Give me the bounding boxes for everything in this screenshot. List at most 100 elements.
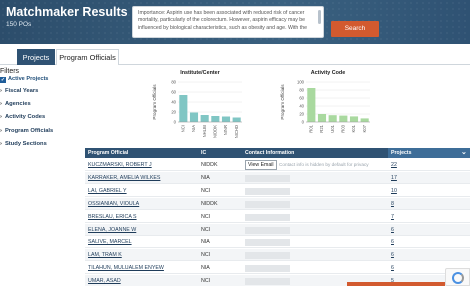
- projects-count-link[interactable]: 6: [391, 224, 394, 236]
- projects-count-link[interactable]: 6: [391, 236, 394, 248]
- activity-code-bar-chart: Program Officials 100 80 60 40 20 0R01 R21 U01 R0…: [280, 80, 370, 133]
- bar[interactable]: [221, 116, 231, 123]
- bar[interactable]: [328, 115, 337, 122]
- sort-chevron-down-icon[interactable]: ⌄: [461, 148, 467, 158]
- chart-title: Institute/Center: [180, 70, 220, 76]
- y-tick-label: 80: [299, 88, 304, 93]
- table-row: LAM, TRAM K NCI 6: [85, 249, 470, 262]
- bar[interactable]: [179, 95, 188, 122]
- chevron-right-icon: ›: [0, 141, 2, 147]
- table-row: SALIVE, MARCEL NIA 6: [85, 236, 470, 249]
- projects-count-link[interactable]: 6: [391, 262, 394, 274]
- active-projects-label: Active Projects: [8, 76, 49, 82]
- contact-hidden: [245, 239, 290, 247]
- projects-count-link[interactable]: 7: [391, 211, 394, 223]
- column-ic[interactable]: IC: [201, 148, 206, 158]
- program-official-link[interactable]: TILAHUN, MULUALEM ENYEW: [88, 262, 164, 274]
- tab-projects[interactable]: Projects: [17, 49, 55, 65]
- y-axis-label: Program Officials: [152, 84, 157, 120]
- bar[interactable]: [317, 114, 327, 122]
- recaptcha-icon: [452, 272, 464, 284]
- program-official-link[interactable]: LAM, TRAM K: [88, 249, 122, 261]
- table-row: KUCZMARSKI, ROBERT J NIDDK View Email Conta…: [85, 159, 470, 171]
- program-official-link[interactable]: UMAR, ASAD: [88, 275, 121, 286]
- recaptcha-badge[interactable]: [445, 268, 470, 286]
- bar[interactable]: [307, 88, 316, 122]
- projects-count-link[interactable]: 17: [391, 172, 397, 184]
- bar[interactable]: [349, 116, 359, 122]
- chevron-right-icon: ›: [0, 101, 2, 107]
- active-projects-filter[interactable]: ✓ Active Projects: [0, 76, 48, 83]
- x-tick-label: K01: [351, 124, 356, 132]
- y-tick-label: 0: [174, 120, 177, 125]
- table-row: ELENA, JOANNE W NCI 6: [85, 223, 470, 236]
- projects-count-link[interactable]: 6: [391, 249, 394, 261]
- chevron-right-icon: ›: [0, 88, 2, 94]
- projects-count-link[interactable]: 10: [391, 185, 397, 197]
- bar[interactable]: [189, 112, 199, 123]
- contact-hidden: [245, 252, 290, 260]
- bar[interactable]: [339, 115, 348, 122]
- x-tick-label: NIA: [191, 125, 196, 132]
- results-count: 150 POs: [6, 21, 32, 28]
- filter-fiscal-years[interactable]: › Fiscal Years: [0, 88, 38, 94]
- x-tick-label: R03: [340, 124, 345, 132]
- x-tick-label: NINR: [223, 125, 228, 135]
- contact-hidden: [245, 174, 290, 182]
- column-contact: Contact Information: [245, 150, 295, 156]
- search-button[interactable]: Search: [331, 21, 379, 37]
- program-official-link[interactable]: ELENA, JOANNE W: [88, 224, 136, 236]
- bar[interactable]: [200, 115, 209, 122]
- ic-cell: NIDDK: [201, 162, 218, 168]
- filter-label: Study Sections: [4, 141, 47, 147]
- contact-hidden: [245, 278, 290, 286]
- projects-count-link[interactable]: 8: [391, 198, 394, 210]
- filter-study-sections[interactable]: › Study Sections: [0, 141, 47, 147]
- bar[interactable]: [232, 117, 241, 123]
- program-official-link[interactable]: KARRAKER, AMELIA WILKES: [88, 172, 160, 184]
- query-textarea[interactable]: Importance: Aspirin use has been associa…: [132, 6, 324, 38]
- y-axis-label: Program Officials: [280, 84, 285, 120]
- x-tick-label: NHLBI: [202, 125, 207, 137]
- projects-count-link[interactable]: 22: [391, 159, 397, 171]
- chevron-right-icon: ›: [0, 128, 2, 134]
- y-tick-label: 40: [171, 100, 176, 105]
- column-projects[interactable]: Projects: [391, 148, 411, 158]
- feedback-bar[interactable]: [347, 282, 445, 286]
- view-email-button[interactable]: View Email: [245, 160, 277, 170]
- y-tick-label: 60: [299, 96, 304, 101]
- program-official-link[interactable]: SALIVE, MARCEL: [88, 236, 132, 248]
- bar[interactable]: [211, 116, 220, 122]
- table-row: LAI, GABRIEL Y NCI 10: [85, 185, 470, 197]
- filter-label: Program Officials: [4, 128, 54, 134]
- ic-cell: NCI: [201, 252, 211, 259]
- x-tick-label: R21: [319, 124, 324, 132]
- table-row: OSSIANIAN, VIOULA NIDDK 8: [85, 197, 470, 210]
- bar[interactable]: [360, 118, 369, 122]
- filter-program-officials[interactable]: › Program Officials: [0, 128, 53, 134]
- filters-title: Filters: [0, 68, 20, 75]
- column-program-official[interactable]: Program Official: [88, 148, 128, 158]
- y-tick-label: 100: [297, 80, 305, 85]
- program-official-link[interactable]: BRESLAU, ERICA S: [88, 211, 137, 223]
- tab-program-officials[interactable]: Program Officials: [56, 49, 119, 65]
- ic-cell: NCI: [201, 278, 211, 285]
- table-row: KARRAKER, AMELIA WILKES NIA 17: [85, 171, 470, 184]
- ic-cell: NIA: [201, 174, 210, 181]
- y-tick-label: 60: [171, 90, 176, 95]
- program-official-link[interactable]: OSSIANIAN, VIOULA: [88, 198, 139, 210]
- filter-agencies[interactable]: › Agencies: [0, 101, 31, 107]
- ic-cell: NIDDK: [201, 200, 218, 207]
- ic-cell: NCI: [201, 213, 211, 220]
- contact-hidden: [245, 200, 290, 208]
- institute-center-bar-chart: Program Officials 80 60 40 20 0NCI NIA NHLBI NID…: [152, 80, 242, 138]
- privacy-note: Contact info is hidden by default for pr…: [279, 162, 369, 167]
- chart-activity-code: Activity Code Program Officials 100 80 60 40…: [278, 70, 378, 140]
- filter-activity-codes[interactable]: › Activity Codes: [0, 114, 45, 120]
- ic-cell: NIA: [201, 265, 210, 272]
- query-scrollbar[interactable]: [318, 10, 321, 24]
- contact-hidden: [245, 213, 290, 221]
- program-official-link[interactable]: LAI, GABRIEL Y: [88, 185, 127, 197]
- checkbox-checked-icon[interactable]: ✓: [0, 77, 6, 83]
- program-official-link[interactable]: KUCZMARSKI, ROBERT J: [88, 159, 152, 171]
